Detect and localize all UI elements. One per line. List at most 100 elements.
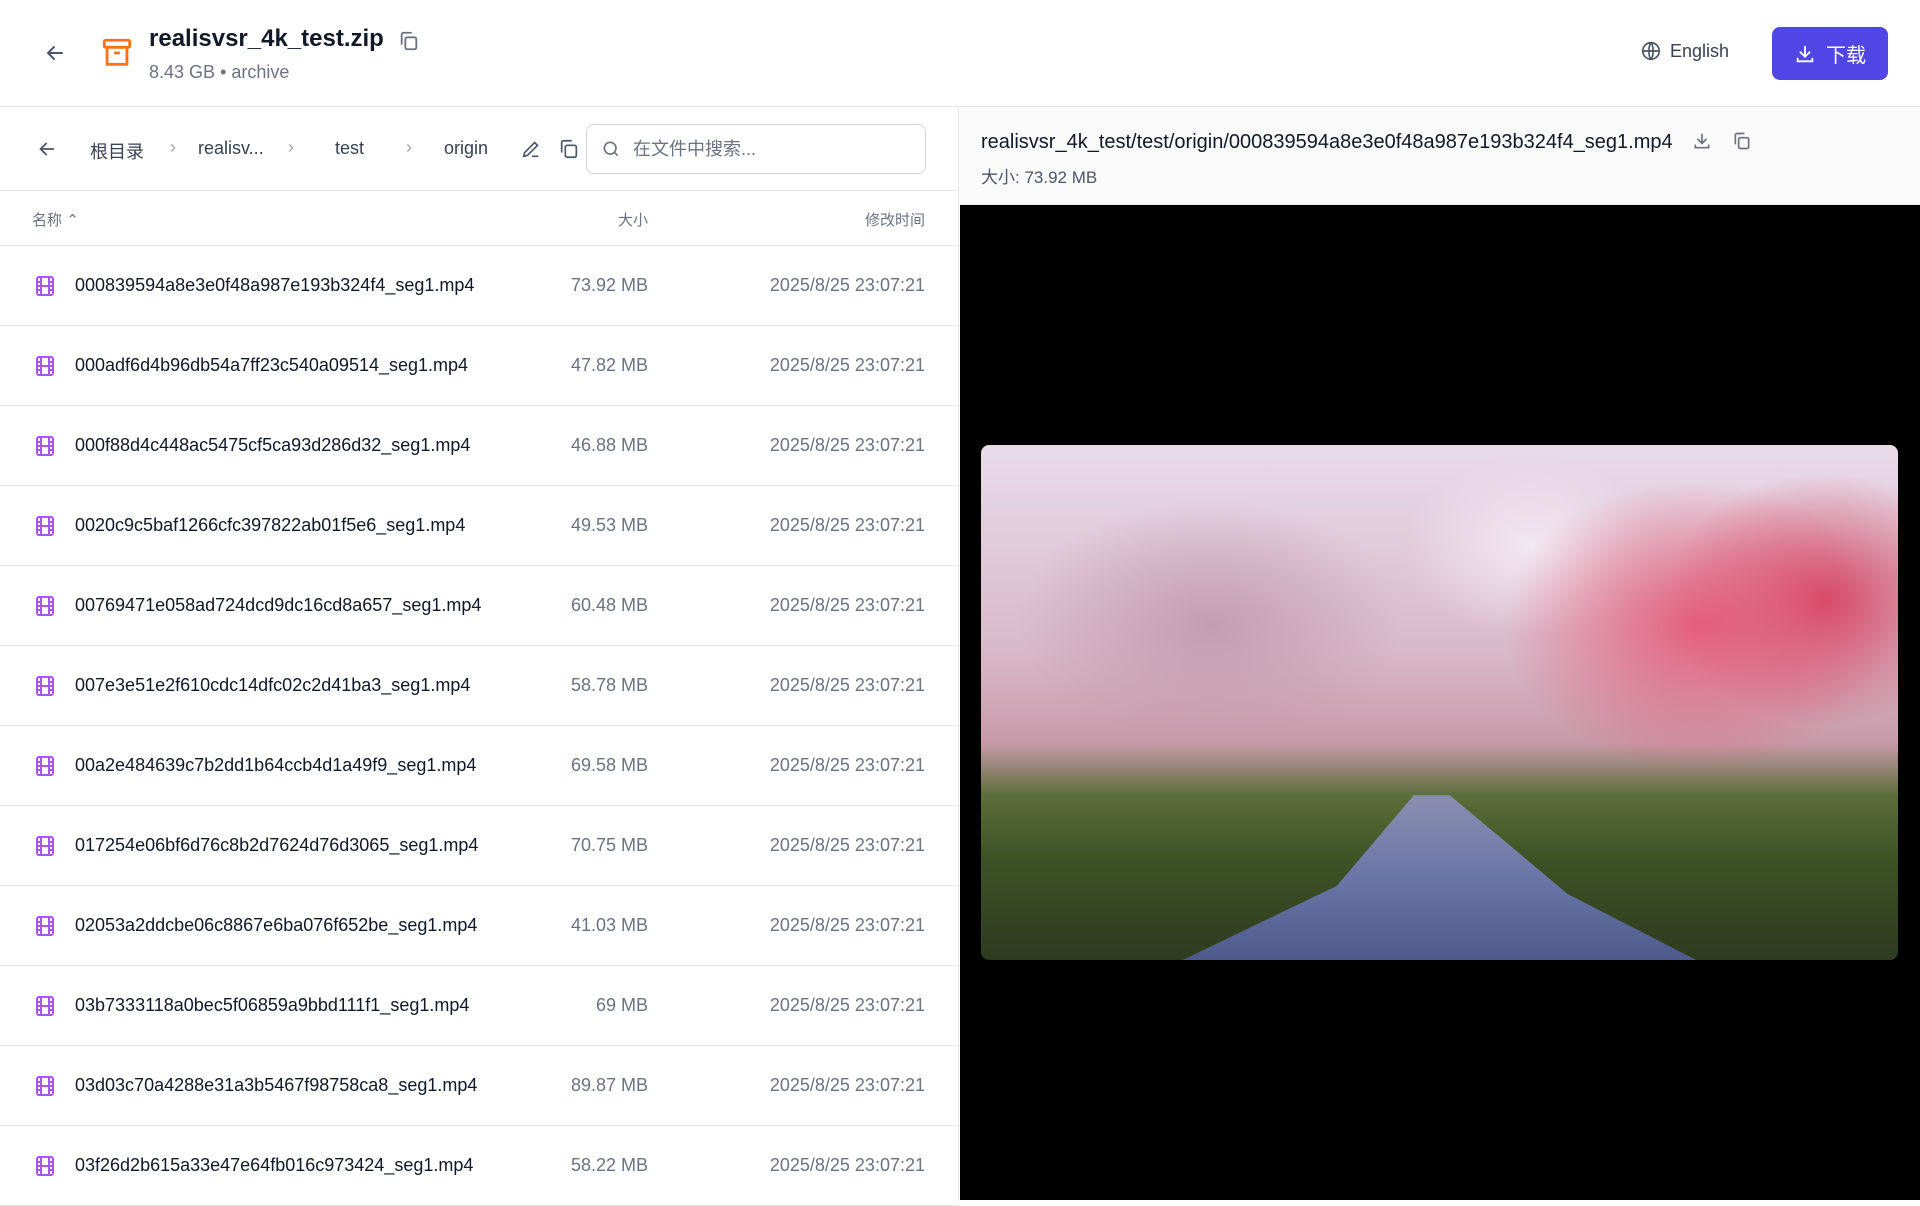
download-icon[interactable]	[1692, 131, 1712, 151]
copy-icon[interactable]	[1732, 131, 1752, 151]
preview-header: realisvsr_4k_test/test/origin/000839594a…	[960, 107, 1920, 205]
table-row[interactable]: 03d03c70a4288e31a3b5467f98758ca8_seg1.mp…	[0, 1046, 958, 1126]
search-input[interactable]	[633, 139, 913, 160]
column-modified[interactable]: 修改时间	[865, 209, 925, 230]
file-modified: 2025/8/25 23:07:21	[770, 1155, 925, 1176]
language-label: English	[1670, 41, 1729, 62]
arrow-left-icon[interactable]	[36, 138, 58, 160]
video-file-icon	[33, 834, 57, 858]
table-row[interactable]: 03b7333118a0bec5f06859a9bbd111f1_seg1.mp…	[0, 966, 958, 1046]
file-modified: 2025/8/25 23:07:21	[770, 995, 925, 1016]
copy-icon[interactable]	[398, 30, 420, 52]
breadcrumb-test[interactable]: test	[335, 138, 364, 159]
preview-size: 大小: 73.92 MB	[981, 163, 1097, 188]
column-size[interactable]: 大小	[618, 209, 648, 230]
sort-ascending-icon: ⌃	[66, 212, 79, 229]
chevron-right-icon: ›	[288, 137, 294, 158]
globe-icon	[1640, 40, 1662, 62]
preview-path: realisvsr_4k_test/test/origin/000839594a…	[981, 131, 1752, 154]
file-name: 03b7333118a0bec5f06859a9bbd111f1_seg1.mp…	[75, 995, 525, 1016]
file-modified: 2025/8/25 23:07:21	[770, 675, 925, 696]
chevron-right-icon: ›	[406, 137, 412, 158]
table-row[interactable]: 007e3e51e2f610cdc14dfc02c2d41ba3_seg1.mp…	[0, 646, 958, 726]
video-file-icon	[33, 914, 57, 938]
table-header: 名称 ⌃ 大小 修改时间	[0, 191, 958, 246]
file-size: 70.75 MB	[571, 835, 648, 856]
video-file-icon	[33, 434, 57, 458]
preview-path-text: realisvsr_4k_test/test/origin/000839594a…	[981, 131, 1673, 153]
video-file-icon	[33, 594, 57, 618]
file-modified: 2025/8/25 23:07:21	[770, 515, 925, 536]
file-size: 69.58 MB	[571, 755, 648, 776]
file-modified: 2025/8/25 23:07:21	[770, 435, 925, 456]
table-row[interactable]: 00a2e484639c7b2dd1b64ccb4d1a49f9_seg1.mp…	[0, 726, 958, 806]
video-file-icon	[33, 1154, 57, 1178]
file-modified: 2025/8/25 23:07:21	[770, 835, 925, 856]
file-name: 000839594a8e3e0f48a987e193b324f4_seg1.mp…	[75, 275, 525, 296]
video-file-icon	[33, 354, 57, 378]
preview-pane: realisvsr_4k_test/test/origin/000839594a…	[960, 107, 1920, 1200]
file-name: 000adf6d4b96db54a7ff23c540a09514_seg1.mp…	[75, 355, 525, 376]
table-row[interactable]: 000839594a8e3e0f48a987e193b324f4_seg1.mp…	[0, 246, 958, 326]
table-row[interactable]: 017254e06bf6d76c8b2d7624d76d3065_seg1.mp…	[0, 806, 958, 886]
breadcrumb-realisvsr[interactable]: realisv...	[198, 138, 264, 159]
file-size: 73.92 MB	[571, 275, 648, 296]
table-row[interactable]: 03f26d2b615a33e47e64fb016c973424_seg1.mp…	[0, 1126, 958, 1206]
video-file-icon	[33, 1074, 57, 1098]
table-row[interactable]: 00769471e058ad724dcd9dc16cd8a657_seg1.mp…	[0, 566, 958, 646]
video-file-icon	[33, 274, 57, 298]
file-size: 89.87 MB	[571, 1075, 648, 1096]
file-name: 000f88d4c448ac5475cf5ca93d286d32_seg1.mp…	[75, 435, 525, 456]
breadcrumb-origin[interactable]: origin	[444, 138, 488, 159]
video-frame[interactable]	[981, 445, 1898, 960]
download-icon	[1794, 43, 1816, 65]
file-size: 41.03 MB	[571, 915, 648, 936]
language-switcher[interactable]: English	[1640, 40, 1729, 62]
archive-icon	[100, 36, 134, 70]
video-file-icon	[33, 754, 57, 778]
search-box	[586, 124, 926, 174]
column-name[interactable]: 名称 ⌃	[32, 209, 79, 230]
archive-title: realisvsr_4k_test.zip	[149, 25, 384, 53]
file-modified: 2025/8/25 23:07:21	[770, 755, 925, 776]
search-icon	[601, 139, 621, 159]
edit-path-icon[interactable]	[520, 138, 542, 160]
file-browser: 根目录 › realisv... › test › origin 名称 ⌃ 大小…	[0, 107, 959, 1200]
download-label: 下载	[1826, 39, 1866, 68]
file-name: 02053a2ddcbe06c8867e6ba076f652be_seg1.mp…	[75, 915, 525, 936]
table-row[interactable]: 0020c9c5baf1266cfc397822ab01f5e6_seg1.mp…	[0, 486, 958, 566]
copy-path-icon[interactable]	[558, 138, 580, 160]
table-row[interactable]: 000adf6d4b96db54a7ff23c540a09514_seg1.mp…	[0, 326, 958, 406]
back-button[interactable]	[40, 38, 70, 68]
file-name: 007e3e51e2f610cdc14dfc02c2d41ba3_seg1.mp…	[75, 675, 525, 696]
arrow-left-icon	[43, 41, 67, 65]
archive-size: 8.43 GB	[149, 62, 215, 82]
file-name: 017254e06bf6d76c8b2d7624d76d3065_seg1.mp…	[75, 835, 525, 856]
table-row[interactable]: 02053a2ddcbe06c8867e6ba076f652be_seg1.mp…	[0, 886, 958, 966]
app-header: realisvsr_4k_test.zip 8.43 GB • archive …	[0, 0, 1920, 107]
file-modified: 2025/8/25 23:07:21	[770, 915, 925, 936]
video-scene	[1183, 795, 1697, 960]
chevron-right-icon: ›	[170, 137, 176, 158]
file-size: 58.78 MB	[571, 675, 648, 696]
table-row[interactable]: 000f88d4c448ac5475cf5ca93d286d32_seg1.mp…	[0, 406, 958, 486]
file-modified: 2025/8/25 23:07:21	[770, 595, 925, 616]
archive-meta: 8.43 GB • archive	[149, 62, 289, 83]
file-name: 03f26d2b615a33e47e64fb016c973424_seg1.mp…	[75, 1155, 525, 1176]
file-size: 46.88 MB	[571, 435, 648, 456]
video-player[interactable]	[960, 205, 1920, 1200]
file-modified: 2025/8/25 23:07:21	[770, 1075, 925, 1096]
file-list: 000839594a8e3e0f48a987e193b324f4_seg1.mp…	[0, 246, 958, 1206]
archive-type: archive	[231, 62, 289, 82]
column-name-label: 名称	[32, 212, 62, 229]
file-size: 47.82 MB	[571, 355, 648, 376]
file-size: 60.48 MB	[571, 595, 648, 616]
file-size: 49.53 MB	[571, 515, 648, 536]
file-modified: 2025/8/25 23:07:21	[770, 355, 925, 376]
separator: •	[220, 62, 226, 82]
download-button[interactable]: 下载	[1772, 27, 1888, 80]
breadcrumb-root[interactable]: 根目录	[90, 138, 144, 164]
file-modified: 2025/8/25 23:07:21	[770, 275, 925, 296]
video-file-icon	[33, 514, 57, 538]
video-file-icon	[33, 674, 57, 698]
